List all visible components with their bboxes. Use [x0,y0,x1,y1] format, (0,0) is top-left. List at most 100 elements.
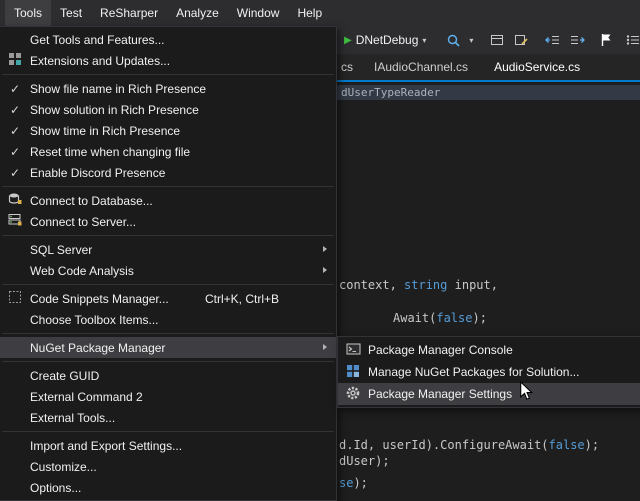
mouse-cursor [519,381,533,404]
menu-item-customize[interactable]: Customize... [0,456,336,477]
menubar-item-analyze[interactable]: Analyze [167,0,228,26]
menu-item-label: Connect to Database... [30,194,330,208]
document-tab-audioservice[interactable]: AudioService.cs [481,54,593,80]
submenu-arrow-icon [323,267,327,273]
menu-separator [2,186,334,187]
search-dropdown-button[interactable]: ▾ [442,33,473,48]
menu-item-label: Show time in Rich Presence [30,124,330,138]
submenu-item-package-manager-settings[interactable]: Package Manager Settings [338,383,640,405]
active-tab-indicator [337,80,640,82]
menubar-item-resharper[interactable]: ReSharper [91,0,167,26]
check-icon: ✓ [10,103,20,117]
document-tab[interactable]: cs [337,54,361,80]
menu-item-label: External Tools... [30,411,330,425]
nuget-package-icon [346,364,360,381]
check-icon: ✓ [10,166,20,180]
menu-item-options[interactable]: Options... [0,477,336,498]
menu-separator [2,284,334,285]
menubar-item-tools[interactable]: Tools [5,0,51,26]
debug-target-label[interactable]: DNetDebug [356,33,419,47]
menu-item-label: Create GUID [30,369,330,383]
code-keyword: false [436,311,472,325]
menubar-item-help[interactable]: Help [288,0,331,26]
menu-item-external-command-2[interactable]: External Command 2 [0,386,336,407]
check-icon: ✓ [10,82,20,96]
menu-item-label: Connect to Server... [30,215,330,229]
submenu-arrow-icon [323,246,327,252]
menu-item-extensions-and-updates[interactable]: Extensions and Updates... [0,50,336,71]
menu-item-label: Choose Toolbox Items... [30,313,330,327]
submenu-item-manage-nuget-packages[interactable]: Manage NuGet Packages for Solution... [338,361,640,383]
code-keyword: string [404,278,447,292]
move-left-icon[interactable] [545,32,561,48]
menu-item-show-file-name[interactable]: ✓ Show file name in Rich Presence [0,78,336,99]
database-icon [8,192,22,209]
submenu-arrow-icon [323,344,327,350]
menu-item-label: Options... [30,481,330,495]
menu-item-nuget-package-manager[interactable]: NuGet Package Manager [0,337,336,358]
menu-item-connect-to-server[interactable]: Connect to Server... [0,211,336,232]
menu-item-label: Import and Export Settings... [30,439,330,453]
submenu-item-label: Package Manager Console [368,343,513,357]
menu-item-show-time[interactable]: ✓ Show time in Rich Presence [0,120,336,141]
menu-separator [2,333,334,334]
menubar-item-test[interactable]: Test [51,0,91,26]
menu-separator [2,361,334,362]
code-text: context, [339,278,404,292]
code-text: d.Id, userId).ConfigureAwait( [339,438,549,452]
submenu-item-package-manager-console[interactable]: Package Manager Console [338,339,640,361]
document-tab-iaudiochannel[interactable]: IAudioChannel.cs [361,54,481,80]
menu-item-web-code-analysis[interactable]: Web Code Analysis [0,260,336,281]
chevron-down-icon[interactable]: ▾ [469,36,473,45]
menu-item-code-snippets-manager[interactable]: Code Snippets Manager... Ctrl+K, Ctrl+B [0,288,336,309]
code-text: ); [472,311,486,325]
menu-item-create-guid[interactable]: Create GUID [0,365,336,386]
menu-item-connect-to-database[interactable]: Connect to Database... [0,190,336,211]
menu-item-label: Show solution in Rich Presence [30,103,330,117]
menu-item-sql-server[interactable]: SQL Server [0,239,336,260]
check-icon: ✓ [10,124,20,138]
check-icon: ✓ [10,145,20,159]
window-icon[interactable] [489,32,505,48]
code-line: d.Id, userId).ConfigureAwait(false); [339,438,599,453]
menu-item-label: SQL Server [30,243,330,257]
code-snippets-icon [8,290,22,307]
nuget-submenu: Package Manager Console Manage NuGet Pac… [337,336,640,408]
code-text: ); [585,438,599,452]
code-text: dUser); [339,454,390,468]
menu-item-shortcut: Ctrl+K, Ctrl+B [205,292,321,306]
console-icon [346,342,361,359]
code-line: Await(false); [393,311,487,326]
server-icon [8,213,22,230]
menu-separator [2,431,334,432]
code-line: dUser); [339,454,390,469]
menu-item-label: Reset time when changing file [30,145,330,159]
menu-separator [2,235,334,236]
bookmark-flag-icon[interactable] [599,32,613,48]
menu-bar: Tools Test ReSharper Analyze Window Help [0,0,640,26]
tools-menu: Get Tools and Features... Extensions and… [0,26,337,501]
menu-separator [2,74,334,75]
start-debug-control[interactable]: ▶ DNetDebug ▾ [344,33,426,47]
code-text: Await( [393,311,436,325]
menu-item-label: Web Code Analysis [30,264,330,278]
menu-item-choose-toolbox-items[interactable]: Choose Toolbox Items... [0,309,336,330]
move-right-icon[interactable] [569,32,585,48]
magnifier-icon[interactable] [446,33,461,48]
start-debug-icon[interactable]: ▶ [344,35,352,46]
bulleted-list-icon[interactable] [625,32,640,48]
menu-item-import-export-settings[interactable]: Import and Export Settings... [0,435,336,456]
menu-item-show-solution[interactable]: ✓ Show solution in Rich Presence [0,99,336,120]
chevron-down-icon[interactable]: ▾ [422,36,426,45]
gear-icon [345,385,361,404]
window-edit-icon[interactable] [513,32,529,48]
menu-item-reset-time[interactable]: ✓ Reset time when changing file [0,141,336,162]
menu-item-external-tools[interactable]: External Tools... [0,407,336,428]
menu-item-enable-discord-presence[interactable]: ✓ Enable Discord Presence [0,162,336,183]
menu-item-get-tools-and-features[interactable]: Get Tools and Features... [0,29,336,50]
document-tab-strip: cs IAudioChannel.cs AudioService.cs [337,54,640,80]
submenu-item-label: Manage NuGet Packages for Solution... [368,365,579,379]
menu-item-label: Code Snippets Manager... [30,292,205,306]
code-text: ); [353,476,367,490]
menubar-item-window[interactable]: Window [228,0,289,26]
